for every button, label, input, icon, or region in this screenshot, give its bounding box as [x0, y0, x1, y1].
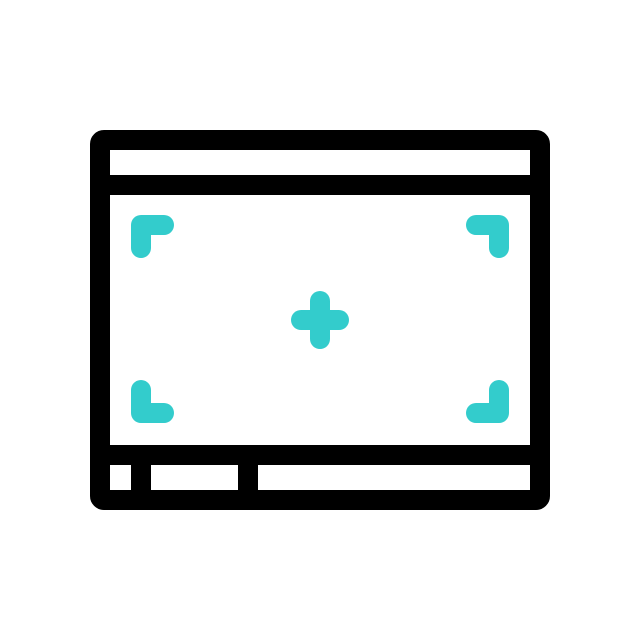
crosshair-plus-icon — [291, 291, 349, 349]
corner-top-left — [131, 215, 174, 258]
corner-bottom-right — [466, 380, 509, 423]
corner-top-right — [466, 215, 509, 258]
icon-canvas — [0, 0, 640, 640]
viewfinder-window-icon — [90, 130, 550, 510]
corner-bottom-left — [131, 380, 174, 423]
